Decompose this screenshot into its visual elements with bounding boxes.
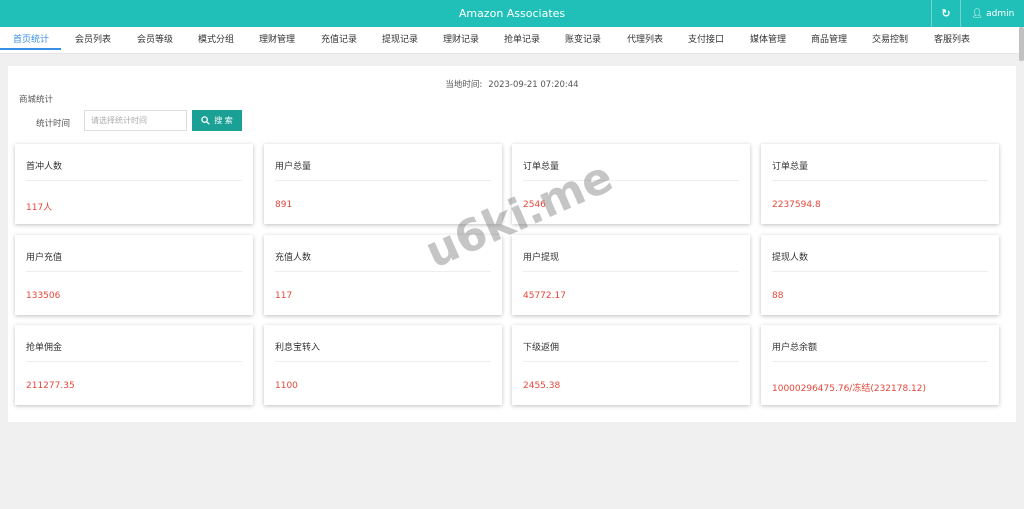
stat-card-value: 2237594.8 [772, 200, 821, 210]
card-divider [772, 180, 988, 181]
stat-card-value: 10000296475.76/冻结(232178.12) [772, 384, 927, 394]
stat-card-value: 117人 [26, 203, 53, 213]
card-divider [26, 271, 242, 272]
stat-card: 用户提现 45772.17 [512, 235, 750, 315]
search-button-label: 搜 索 [214, 116, 233, 125]
search-button[interactable]: 搜 索 [192, 110, 242, 131]
stat-card-value: 117 [275, 291, 293, 301]
user-icon: 👤︎ [971, 8, 984, 19]
tab-withdraw-records[interactable]: 提现记录 [382, 27, 418, 54]
tab-finance-manage[interactable]: 理财管理 [259, 27, 295, 54]
tab-product-manage[interactable]: 商品管理 [811, 27, 847, 54]
user-menu[interactable]: 👤︎ admin [962, 0, 1024, 27]
stat-card-value: 891 [275, 200, 293, 210]
stat-card: 抢单佣金 211277.35 [15, 325, 253, 405]
stat-card-title: 充值人数 [275, 253, 312, 263]
stat-card-title: 订单总量 [523, 162, 560, 172]
tab-agent-list[interactable]: 代理列表 [627, 27, 663, 54]
stat-card-value: 2455.38 [523, 381, 561, 391]
refresh-icon: ↻ [941, 7, 951, 20]
search-icon [201, 116, 210, 125]
tab-finance-records[interactable]: 理财记录 [443, 27, 479, 54]
tab-mode-group[interactable]: 模式分组 [198, 27, 234, 54]
stat-card-value: 45772.17 [523, 291, 566, 301]
stat-card: 充值人数 117 [264, 235, 502, 315]
section-label: 商城统计 [19, 95, 54, 105]
stat-card: 用户总余额 10000296475.76/冻结(232178.12) [761, 325, 999, 405]
stat-card: 提现人数 88 [761, 235, 999, 315]
stat-card-value: 211277.35 [26, 381, 75, 391]
stat-card-title: 用户总余额 [772, 343, 818, 353]
stat-card: 利息宝转入 1100 [264, 325, 502, 405]
stat-card-value: 1100 [275, 381, 298, 391]
stat-card-title: 用户充值 [26, 253, 63, 263]
local-time-label: 当地时间: [445, 80, 483, 90]
active-tab-indicator [0, 48, 61, 50]
stat-card-title: 用户总量 [275, 162, 312, 172]
tab-account-change-records[interactable]: 账变记录 [565, 27, 601, 54]
filter-label: 统计时间 [36, 119, 71, 129]
tab-recharge-records[interactable]: 充值记录 [321, 27, 357, 54]
card-divider [26, 361, 242, 362]
card-divider [26, 180, 242, 181]
stat-card: 用户总量 891 [264, 144, 502, 224]
top-header: Amazon Associates ↻ 👤︎ admin [0, 0, 1024, 27]
card-divider [275, 361, 491, 362]
nav-tabs: 首页统计 会员列表 会员等级 模式分组 理财管理 充值记录 提现记录 理财记录 … [0, 27, 1024, 54]
stat-card: 用户充值 133506 [15, 235, 253, 315]
card-divider [772, 361, 988, 362]
username: admin [986, 8, 1015, 19]
stat-card-title: 用户提现 [523, 253, 560, 263]
local-time: 当地时间: 2023-09-21 07:20:44 [8, 78, 1016, 90]
tab-media-manage[interactable]: 媒体管理 [750, 27, 786, 54]
card-divider [275, 180, 491, 181]
stat-date-input[interactable] [84, 110, 187, 131]
card-divider [523, 271, 739, 272]
stat-card-title: 首冲人数 [26, 162, 63, 172]
tab-service-list[interactable]: 客服列表 [934, 27, 970, 54]
stat-card-value: 88 [772, 291, 784, 301]
stat-card: 首冲人数 117人 [15, 144, 253, 224]
tab-order-grab-records[interactable]: 抢单记录 [504, 27, 540, 54]
refresh-button[interactable]: ↻ [931, 0, 961, 27]
card-divider [523, 361, 739, 362]
stat-card-value: 133506 [26, 291, 61, 301]
tab-member-level[interactable]: 会员等级 [137, 27, 173, 54]
card-divider [523, 180, 739, 181]
app-title: Amazon Associates [458, 7, 566, 20]
stat-card: 订单总量 2237594.8 [761, 144, 999, 224]
card-divider [275, 271, 491, 272]
stat-card-title: 利息宝转入 [275, 343, 321, 353]
stat-card-value: 2546 [523, 200, 546, 210]
stat-card-title: 下级返佣 [523, 343, 560, 353]
card-divider [772, 271, 988, 272]
tab-payment-api[interactable]: 支付接口 [688, 27, 724, 54]
stat-card-title: 抢单佣金 [26, 343, 63, 353]
stat-card: 订单总量 2546 [512, 144, 750, 224]
stat-card-title: 提现人数 [772, 253, 809, 263]
tab-trade-control[interactable]: 交易控制 [872, 27, 908, 54]
scrollbar[interactable] [1019, 27, 1024, 61]
stat-card-title: 订单总量 [772, 162, 809, 172]
tab-member-list[interactable]: 会员列表 [75, 27, 111, 54]
local-time-value: 2023-09-21 07:20:44 [488, 80, 579, 90]
stat-card: 下级返佣 2455.38 [512, 325, 750, 405]
